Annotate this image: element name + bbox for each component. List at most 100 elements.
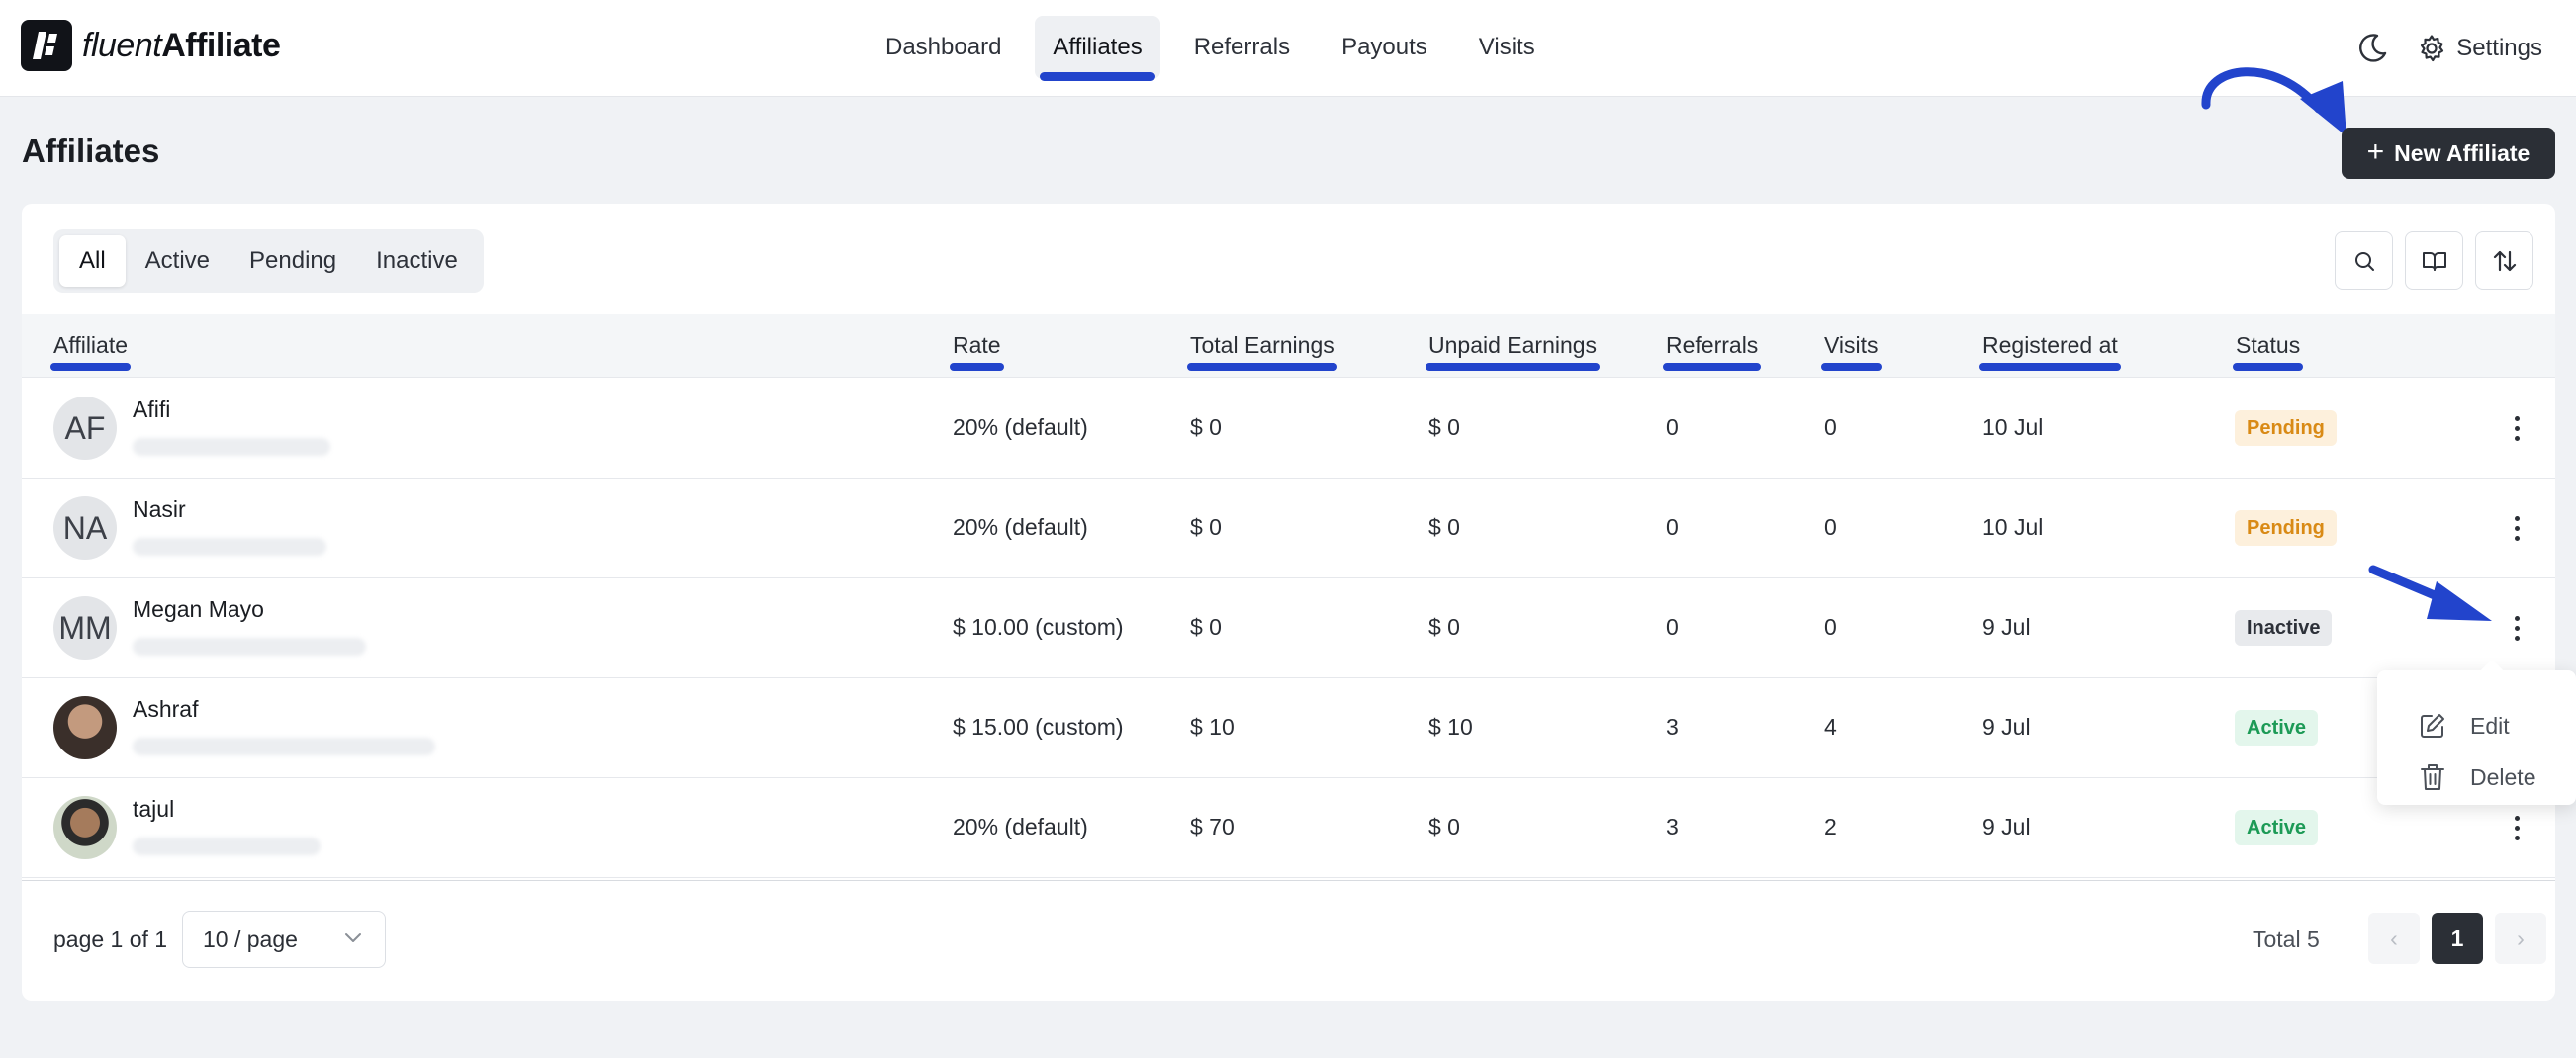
- menu-item-delete[interactable]: Delete: [2419, 761, 2535, 793]
- row-menu-icon[interactable]: [2504, 808, 2530, 847]
- menu-item-delete-label: Delete: [2470, 763, 2536, 790]
- table-row[interactable]: MM Megan Mayo $ 10.00 (custom) $ 0 $ 0 0…: [22, 578, 2555, 678]
- registered-cell: 10 Jul: [1982, 414, 2044, 440]
- plus-icon: +: [2366, 134, 2385, 168]
- table-row[interactable]: tajul 20% (default) $ 70 $ 0 3 2 9 Jul A…: [22, 778, 2555, 878]
- logo-text: fluentAffiliate: [82, 27, 281, 65]
- affiliate-name[interactable]: Afifi: [133, 397, 170, 423]
- status-badge: Inactive: [2235, 610, 2333, 646]
- total-earnings-cell: $ 0: [1190, 414, 1222, 440]
- referrals-cell: 0: [1666, 614, 1679, 640]
- avatar: [53, 796, 117, 859]
- table-header: Affiliate Rate Total Earnings Unpaid Ear…: [22, 314, 2555, 378]
- table-tools: [2323, 231, 2533, 290]
- total-earnings-cell: $ 0: [1190, 514, 1222, 540]
- filter-active[interactable]: Active: [126, 235, 230, 287]
- status-badge: Active: [2235, 710, 2319, 746]
- filter-inactive[interactable]: Inactive: [356, 235, 478, 287]
- settings-button[interactable]: Settings: [2417, 34, 2542, 63]
- affiliate-name[interactable]: Ashraf: [133, 696, 198, 723]
- unpaid-earnings-cell: $ 10: [1428, 714, 1473, 740]
- email-redacted: [133, 738, 435, 755]
- status-badge: Active: [2235, 810, 2319, 845]
- edit-icon: [2421, 714, 2444, 738]
- prev-page-button[interactable]: ‹: [2368, 913, 2420, 964]
- column-status[interactable]: Status: [2232, 332, 2304, 371]
- top-bar: fluentAffiliate Dashboard Affiliates Ref…: [0, 0, 2576, 97]
- sort-arrows-icon: [2493, 250, 2516, 271]
- referrals-cell: 3: [1666, 714, 1679, 740]
- referrals-cell: 3: [1666, 814, 1679, 839]
- affiliates-card: All Active Pending Inactive Affiliate Ra…: [22, 204, 2555, 1001]
- affiliate-name[interactable]: Megan Mayo: [133, 596, 264, 623]
- affiliate-name[interactable]: Nasir: [133, 496, 186, 523]
- main-nav: Dashboard Affiliates Referrals Payouts V…: [868, 16, 1569, 81]
- per-page-value: 10 / page: [203, 926, 298, 952]
- table-row[interactable]: NA Nasir 20% (default) $ 0 $ 0 0 0 10 Ju…: [22, 479, 2555, 578]
- registered-cell: 9 Jul: [1982, 714, 2031, 740]
- columns-button[interactable]: [2405, 231, 2463, 290]
- visits-cell: 4: [1824, 714, 1837, 740]
- email-redacted: [133, 638, 366, 656]
- menu-item-edit[interactable]: Edit: [2419, 710, 2510, 742]
- column-registered-at[interactable]: Registered at: [1979, 332, 2121, 371]
- search-button[interactable]: [2335, 231, 2393, 290]
- row-menu-icon[interactable]: [2504, 608, 2530, 648]
- nav-dashboard[interactable]: Dashboard: [868, 16, 1019, 79]
- email-redacted: [133, 838, 321, 855]
- column-referrals[interactable]: Referrals: [1662, 332, 1762, 371]
- nav-affiliates[interactable]: Affiliates: [1035, 16, 1160, 81]
- email-redacted: [133, 538, 326, 556]
- row-menu-icon[interactable]: [2504, 508, 2530, 548]
- column-affiliate[interactable]: Affiliate: [49, 332, 132, 371]
- filter-pending[interactable]: Pending: [230, 235, 356, 287]
- column-rate[interactable]: Rate: [950, 332, 1004, 371]
- moon-icon[interactable]: [2355, 32, 2389, 65]
- per-page-select[interactable]: 10 / page: [182, 911, 386, 968]
- avatar: NA: [53, 496, 117, 560]
- sort-button[interactable]: [2475, 231, 2533, 290]
- total-earnings-cell: $ 0: [1190, 614, 1222, 640]
- rate-cell: 20% (default): [953, 414, 1088, 440]
- referrals-cell: 0: [1666, 514, 1679, 540]
- visits-cell: 0: [1824, 614, 1837, 640]
- nav-payouts[interactable]: Payouts: [1324, 16, 1445, 79]
- rate-cell: 20% (default): [953, 514, 1088, 540]
- email-redacted: [133, 438, 330, 456]
- column-total-earnings[interactable]: Total Earnings: [1187, 332, 1337, 371]
- table-footer: page 1 of 1 10 / page Total 5 ‹ 1 ›: [22, 880, 2555, 1001]
- registered-cell: 9 Jul: [1982, 814, 2031, 839]
- affiliate-name[interactable]: tajul: [133, 796, 174, 823]
- next-page-button[interactable]: ›: [2495, 913, 2546, 964]
- nav-visits[interactable]: Visits: [1461, 16, 1553, 79]
- column-visits[interactable]: Visits: [1821, 332, 1882, 371]
- unpaid-earnings-cell: $ 0: [1428, 614, 1460, 640]
- status-badge: Pending: [2235, 510, 2337, 546]
- avatar: [53, 696, 117, 759]
- settings-label: Settings: [2456, 35, 2542, 61]
- visits-cell: 0: [1824, 514, 1837, 540]
- page-info: page 1 of 1: [53, 926, 168, 952]
- app-logo[interactable]: fluentAffiliate: [21, 20, 281, 71]
- total-count: Total 5: [2253, 926, 2320, 952]
- table-row[interactable]: Ashraf $ 15.00 (custom) $ 10 $ 10 3 4 9 …: [22, 678, 2555, 778]
- column-unpaid-earnings[interactable]: Unpaid Earnings: [1425, 332, 1601, 371]
- row-menu-icon[interactable]: [2504, 408, 2530, 448]
- new-affiliate-button[interactable]: + New Affiliate: [2342, 128, 2555, 179]
- rate-cell: $ 15.00 (custom): [953, 714, 1124, 740]
- registered-cell: 9 Jul: [1982, 614, 2031, 640]
- chevron-down-icon: [345, 933, 361, 942]
- rate-cell: 20% (default): [953, 814, 1088, 839]
- filter-all[interactable]: All: [59, 235, 126, 287]
- nav-referrals[interactable]: Referrals: [1176, 16, 1308, 79]
- rate-cell: $ 10.00 (custom): [953, 614, 1124, 640]
- status-filter-tabs: All Active Pending Inactive: [53, 229, 484, 293]
- row-action-menu: Edit Delete: [2377, 670, 2576, 805]
- page-number-button[interactable]: 1: [2432, 913, 2483, 964]
- total-earnings-cell: $ 10: [1190, 714, 1235, 740]
- annotation-arrow-icon: [2201, 67, 2346, 136]
- top-right-actions: Settings: [2355, 26, 2542, 71]
- referrals-cell: 0: [1666, 414, 1679, 440]
- registered-cell: 10 Jul: [1982, 514, 2044, 540]
- table-row[interactable]: AF Afifi 20% (default) $ 0 $ 0 0 0 10 Ju…: [22, 379, 2555, 479]
